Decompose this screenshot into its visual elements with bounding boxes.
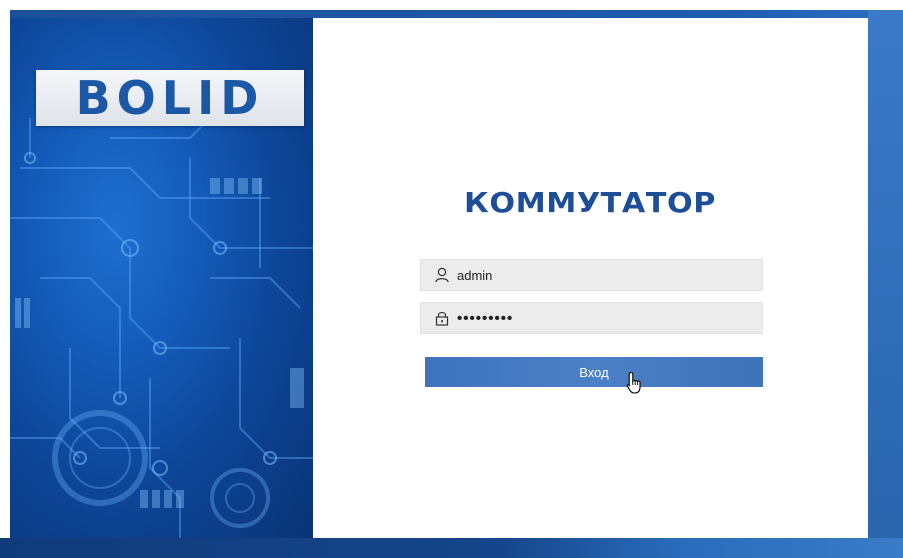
window-top-bar	[0, 10, 903, 18]
logo-text: BOLID	[75, 71, 265, 125]
window-left-edge	[0, 10, 10, 558]
bolid-logo: BOLID	[36, 70, 304, 126]
login-button-label: Вход	[579, 364, 609, 380]
window-bottom-bar	[0, 538, 903, 558]
password-field[interactable]	[420, 302, 763, 334]
hand-pointer-cursor-icon	[626, 371, 641, 394]
login-button[interactable]: Вход	[425, 357, 763, 387]
window-top-edge	[0, 0, 903, 10]
decorative-circuit-panel: BOLID	[10, 18, 313, 538]
window-right-border	[868, 10, 903, 558]
lock-icon	[430, 308, 454, 328]
product-title: КОММУТАТОР	[464, 186, 716, 219]
username-field[interactable]	[420, 259, 763, 291]
user-icon	[430, 265, 454, 285]
username-input[interactable]	[454, 260, 762, 290]
password-input[interactable]	[454, 303, 762, 333]
